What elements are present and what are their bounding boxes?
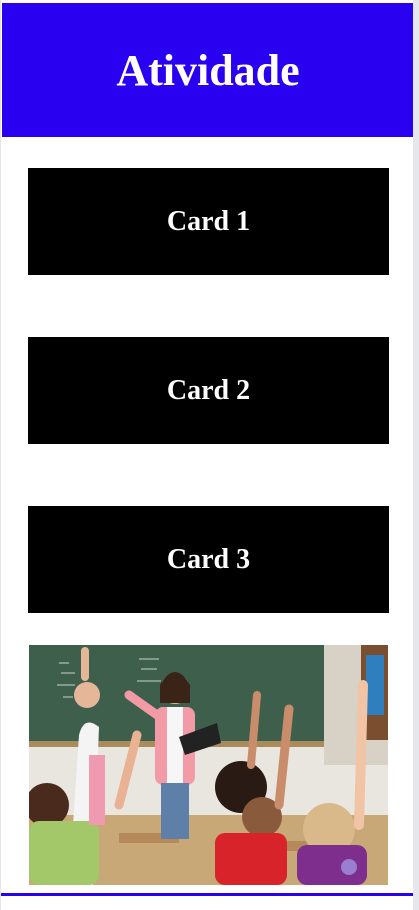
bottom-accent-bar bbox=[1, 893, 414, 896]
card-3-label: Card 3 bbox=[166, 543, 251, 575]
card-1[interactable]: Card 1 bbox=[28, 168, 389, 275]
card-2[interactable]: Card 2 bbox=[28, 337, 389, 444]
classroom-photo bbox=[29, 645, 388, 885]
card-2-label: Card 2 bbox=[166, 374, 251, 406]
classroom-photo-illustration bbox=[29, 645, 388, 885]
header: Atividade bbox=[2, 3, 414, 137]
page-title: Atividade bbox=[116, 45, 300, 95]
scrollbar[interactable] bbox=[413, 0, 419, 910]
page: Atividade Card 1 Card 2 Card 3 bbox=[0, 0, 414, 910]
card-1-label: Card 1 bbox=[166, 205, 251, 237]
card-3[interactable]: Card 3 bbox=[28, 506, 389, 613]
